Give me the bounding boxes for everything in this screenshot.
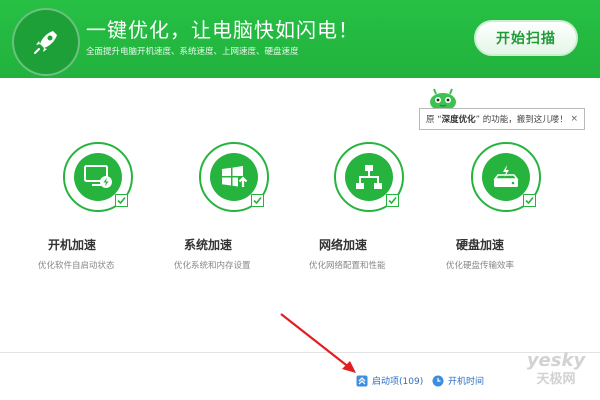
startup-items-label: 启动项(109) <box>372 377 424 387</box>
feature-boot-speedup[interactable]: 开机加速 优化软件自启动状态 <box>36 142 176 271</box>
mascot-icon <box>428 88 458 111</box>
feature-description: 优化硬盘传输效率 <box>446 261 515 271</box>
rocket-logo-icon <box>12 8 80 76</box>
startup-items-link[interactable]: 启动项(109) <box>356 374 423 387</box>
tooltip-highlight: 深度优化 <box>441 115 476 125</box>
feature-checkbox[interactable] <box>251 194 264 207</box>
feature-disk-speedup[interactable]: 硬盘加速 优化硬盘传输效率 <box>444 142 584 271</box>
feature-checkbox[interactable] <box>523 194 536 207</box>
header-banner: 一键优化，让电脑快如闪电！ 全面提升电脑开机速度、系统速度、上网速度、硬盘速度 … <box>0 0 600 78</box>
footer-divider <box>0 352 600 353</box>
feature-moved-tooltip: 原 “深度优化” 的功能，搬到这儿喽！ × <box>419 108 585 130</box>
startup-icon <box>356 375 368 387</box>
feature-title: 硬盘加速 <box>456 238 505 252</box>
yesky-watermark: yesky 天极网 <box>516 352 596 396</box>
feature-description: 优化系统和内存设置 <box>174 261 251 271</box>
tooltip-close-icon[interactable]: × <box>570 114 578 124</box>
feature-system-speedup[interactable]: 系统加速 优化系统和内存设置 <box>172 142 312 271</box>
feature-checkbox[interactable] <box>386 194 399 207</box>
feature-checkbox[interactable] <box>115 194 128 207</box>
feature-title: 开机加速 <box>48 238 97 252</box>
feature-title: 系统加速 <box>184 238 233 252</box>
feature-description: 优化网络配置和性能 <box>309 261 386 271</box>
watermark-line1: yesky <box>526 350 586 371</box>
boot-time-label: 开机时间 <box>448 377 485 387</box>
feature-description: 优化软件自启动状态 <box>38 261 115 271</box>
tooltip-prefix: 原 “ <box>426 115 442 125</box>
start-scan-button[interactable]: 开始扫描 <box>474 20 578 56</box>
boot-time-link[interactable]: 开机时间 <box>432 374 484 387</box>
clock-icon <box>432 375 444 387</box>
feature-title: 网络加速 <box>319 238 368 252</box>
headline: 一键优化，让电脑快如闪电！ <box>86 18 359 42</box>
feature-network-speedup[interactable]: 网络加速 优化网络配置和性能 <box>307 142 447 271</box>
tooltip-suffix: ” 的功能，搬到这儿喽！ <box>475 115 568 125</box>
subline: 全面提升电脑开机速度、系统速度、上网速度、硬盘速度 <box>86 47 299 57</box>
watermark-line2: 天极网 <box>536 372 576 387</box>
